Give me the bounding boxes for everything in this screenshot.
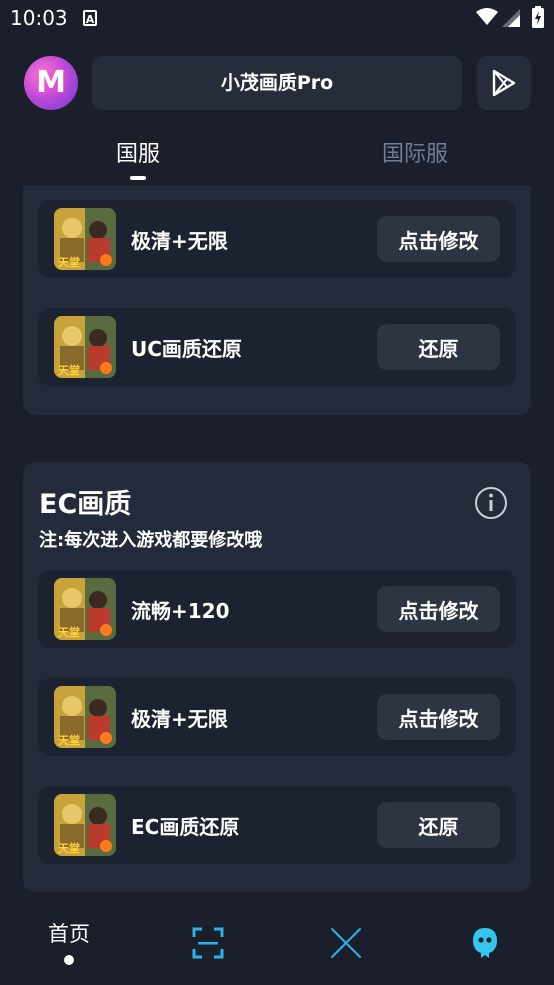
nav-active-dot [64, 955, 74, 965]
play-store-icon [492, 69, 516, 97]
row-label: 极清+无限 [131, 229, 228, 253]
list-item: 天堂 极清+无限 点击修改 [38, 678, 516, 756]
row-label: UC画质还原 [131, 337, 242, 361]
svg-text:天堂: 天堂 [58, 625, 80, 639]
quality-section-card: 天堂 极清+无限 点击修改 天堂 UC画质还原 还原 [23, 186, 531, 415]
content-scroll-area[interactable]: 天堂 极清+无限 点击修改 天堂 UC画质还原 还原 EC画质 注:每次进入游戏… [0, 186, 554, 904]
list-item: 天堂 EC画质还原 还原 [38, 786, 516, 864]
modify-button[interactable]: 点击修改 [377, 216, 500, 262]
modify-button[interactable]: 点击修改 [377, 586, 500, 632]
svg-text:天堂: 天堂 [58, 841, 80, 855]
tab-domestic-server[interactable]: 国服 [116, 136, 160, 168]
game-thumbnail: 天堂 [54, 794, 116, 856]
info-icon[interactable] [474, 486, 508, 520]
wifi-icon [476, 8, 498, 25]
row-label: 流畅+120 [131, 599, 230, 623]
nav-home[interactable]: 首页 [48, 918, 90, 948]
app-screen: 10:03 A M 小茂画质Pro 国服 国际服 天堂 极清+无限 点击修改 天… [0, 0, 554, 985]
restore-button[interactable]: 还原 [377, 324, 500, 370]
game-thumbnail: 天堂 [54, 578, 116, 640]
section-note: 注:每次进入游戏都要修改哦 [39, 530, 263, 551]
list-item: 天堂 极清+无限 点击修改 [38, 200, 516, 278]
game-thumbnail: 天堂 [54, 208, 116, 270]
logo-letter: M [36, 65, 66, 100]
bottom-nav: 首页 [0, 904, 554, 985]
app-logo-avatar[interactable]: M [24, 56, 78, 110]
play-store-button[interactable] [477, 56, 531, 110]
restore-button[interactable]: 还原 [377, 802, 500, 848]
x-icon[interactable] [330, 927, 362, 959]
row-label: EC画质还原 [131, 815, 240, 839]
scan-icon[interactable] [192, 927, 224, 959]
app-title-bar: 小茂画质Pro [92, 56, 462, 110]
game-thumbnail: 天堂 [54, 686, 116, 748]
signal-icon [502, 9, 520, 27]
row-label: 极清+无限 [131, 707, 228, 731]
svg-text:天堂: 天堂 [58, 363, 80, 377]
face-icon[interactable] [471, 926, 499, 960]
modify-button[interactable]: 点击修改 [377, 694, 500, 740]
svg-text:天堂: 天堂 [58, 733, 80, 747]
app-title: 小茂画质Pro [220, 72, 334, 94]
ec-quality-card: EC画质 注:每次进入游戏都要修改哦 天堂 流畅+120 点击修改 天堂 极清+… [23, 462, 531, 892]
active-tab-indicator [130, 176, 146, 180]
section-title: EC画质 [39, 489, 132, 520]
notification-icon: A [83, 10, 97, 26]
game-thumbnail: 天堂 [54, 316, 116, 378]
list-item: 天堂 流畅+120 点击修改 [38, 570, 516, 648]
svg-text:天堂: 天堂 [58, 255, 80, 269]
list-item: 天堂 UC画质还原 还原 [38, 308, 516, 386]
tab-international-server[interactable]: 国际服 [382, 136, 448, 168]
status-time: 10:03 [10, 6, 68, 30]
battery-charging-icon [532, 6, 544, 28]
status-bar: 10:03 A [0, 0, 554, 38]
